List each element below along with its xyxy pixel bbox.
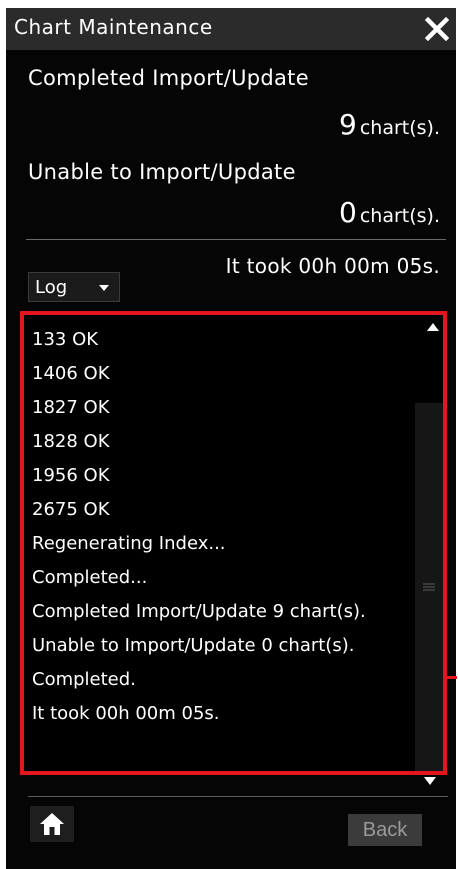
back-button[interactable]: Back (348, 814, 422, 846)
log-entry: Completed Import/Update 9 chart(s). (32, 601, 366, 622)
completed-label: Completed Import/Update (28, 66, 309, 90)
log-entry: 1828 OK (32, 431, 110, 452)
log-entry: It took 00h 00m 05s. (32, 703, 220, 724)
divider (26, 239, 446, 240)
completed-count-row: 9 chart(s). (339, 108, 440, 141)
log-type-value: Log (35, 276, 68, 298)
log-list: 133 OK 1406 OK 1827 OK 1828 OK 1956 OK 2675 O… (32, 323, 412, 731)
log-entry: 1406 OK (32, 363, 110, 384)
log-entry: 1827 OK (32, 397, 110, 418)
log-entry: Completed. (32, 669, 136, 690)
title-bar: Chart Maintenance (6, 8, 456, 50)
unable-count-row: 0 chart(s). (339, 196, 440, 229)
close-button[interactable] (420, 12, 454, 46)
home-icon (40, 813, 64, 835)
home-button[interactable] (30, 806, 74, 842)
log-entry: 2675 OK (32, 499, 110, 520)
log-panel: 133 OK 1406 OK 1827 OK 1828 OK 1956 OK 2675 O… (20, 311, 447, 775)
unable-count: 0 (339, 196, 357, 229)
log-entry: 1956 OK (32, 465, 110, 486)
chevron-down-icon (99, 285, 109, 291)
footer-divider (28, 796, 448, 797)
log-entry: Completed... (32, 567, 148, 588)
unable-unit: chart(s). (359, 205, 440, 227)
close-icon (424, 16, 450, 42)
window-title: Chart Maintenance (14, 15, 213, 39)
unable-label: Unable to Import/Update (28, 160, 296, 184)
completed-unit: chart(s). (359, 117, 440, 139)
log-entry: Unable to Import/Update 0 chart(s). (32, 635, 355, 656)
log-scrollbar[interactable] (415, 315, 443, 771)
scroll-grip-icon (423, 583, 435, 591)
scroll-down-icon[interactable] (424, 777, 436, 785)
scroll-up-icon[interactable] (427, 323, 439, 331)
duration-text: It took 00h 00m 05s. (225, 254, 440, 278)
log-entry: Regenerating Index... (32, 533, 226, 554)
chart-maintenance-dialog: Chart Maintenance Completed Import/Updat… (6, 8, 457, 869)
log-type-dropdown[interactable]: Log (28, 272, 120, 302)
log-entry: 133 OK (32, 329, 99, 350)
completed-count: 9 (339, 108, 357, 141)
highlight-connector (447, 676, 457, 679)
